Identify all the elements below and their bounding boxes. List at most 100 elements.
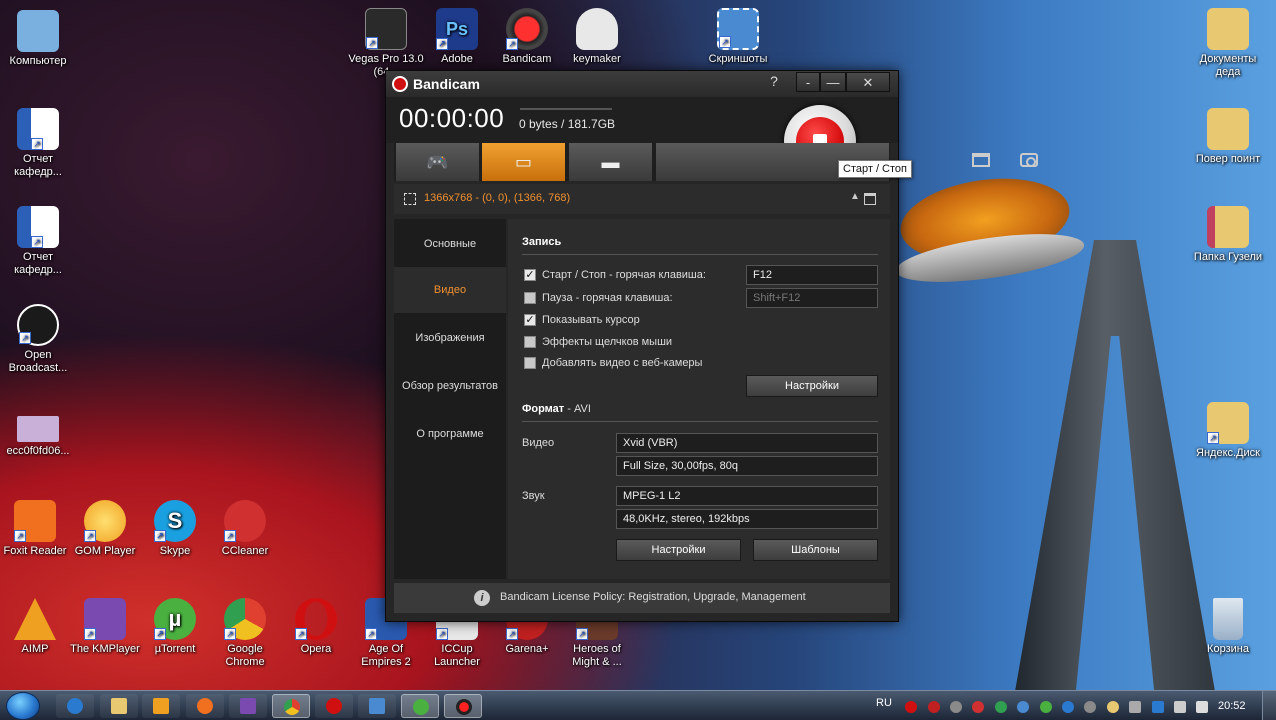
close-button[interactable]: ✕ <box>846 72 890 92</box>
help-button[interactable]: ? <box>764 72 784 92</box>
desktop-icon-adobe[interactable]: Ps ↗ Adobe <box>419 8 495 66</box>
gom-player-icon: ↗ <box>84 500 126 542</box>
audio-params-field[interactable]: 48,0KHz, stereo, 192kbps <box>616 509 878 529</box>
desktop-icon-bandicam[interactable]: ↗ Bandicam <box>489 8 565 66</box>
ie-tray-icon[interactable] <box>1062 701 1074 713</box>
desktop-icon-report2[interactable]: ↗ Отчет кафедр... <box>0 206 76 277</box>
system-clock[interactable]: 20:52 <box>1218 700 1246 712</box>
desktop-icon-vegas[interactable]: ↗ Vegas Pro 13.0 (64... <box>348 8 424 79</box>
video-params-field[interactable]: Full Size, 30,00fps, 80q <box>616 456 878 476</box>
format-section-title: Формат - AVI <box>522 403 591 415</box>
templates-button[interactable]: Шаблоны <box>753 539 878 561</box>
region-select-icon[interactable] <box>404 193 416 205</box>
taskbar-kmplayer[interactable] <box>229 694 267 718</box>
taskbar-utorrent[interactable] <box>401 694 439 718</box>
desktop-icon-aimp[interactable]: AIMP <box>0 598 73 656</box>
desktop-icon-label: µTorrent <box>154 643 196 655</box>
license-bar[interactable]: i Bandicam License Policy: Registration,… <box>394 583 890 613</box>
taskbar-screenshots[interactable] <box>358 694 396 718</box>
tab-screen-mode[interactable]: ▭ <box>482 143 566 181</box>
volume-icon[interactable] <box>1196 701 1208 713</box>
desktop-icon-recycle[interactable]: Корзина <box>1190 598 1266 656</box>
click-effects-checkbox[interactable] <box>524 336 536 348</box>
desktop-icon-screenshots[interactable]: ↗ Скриншоты <box>700 8 776 66</box>
desktop-icon-gom[interactable]: ↗ GOM Player <box>67 500 143 558</box>
taskbar-ie[interactable] <box>56 694 94 718</box>
utorrent-tray-icon[interactable] <box>1040 701 1052 713</box>
hotkey-pause-field[interactable]: Shift+F12 <box>746 288 878 308</box>
start-button[interactable] <box>6 692 40 720</box>
window-mode-icon[interactable] <box>864 193 876 205</box>
opera-tray-icon[interactable] <box>928 701 940 713</box>
sidebar-item-general[interactable]: Основные <box>394 221 506 267</box>
desktop-icon-yandex[interactable]: ↗ Яндекс.Диск <box>1190 402 1266 460</box>
sidebar-item-video[interactable]: Видео <box>394 267 506 313</box>
folder-icon <box>1207 8 1249 50</box>
tab-device-mode[interactable]: ▬ <box>569 143 653 181</box>
obs-icon: ↗ <box>17 304 59 346</box>
opera-icon <box>326 698 342 714</box>
taskbar-chrome[interactable] <box>272 694 310 718</box>
flag-tray-icon[interactable] <box>1084 701 1096 713</box>
desktop-icon-keymaker[interactable]: keymaker <box>559 8 635 66</box>
desktop-icon-documents[interactable]: Документы деда <box>1190 8 1266 79</box>
desktop-icon-pover[interactable]: Повер поинт <box>1190 108 1266 166</box>
taskbar-explorer[interactable] <box>100 694 138 718</box>
collapse-arrow-icon[interactable]: ▲ <box>850 191 860 202</box>
hotkey-start-field[interactable]: F12 <box>746 265 878 285</box>
webcam-overlay-checkbox[interactable] <box>524 357 536 369</box>
tab-game-mode[interactable]: 🎮 <box>396 143 480 181</box>
desktop-icon-ecc[interactable]: ecc0f0fd06... <box>0 416 76 458</box>
desktop-icon-opera[interactable]: ↗ Opera <box>278 598 354 656</box>
usb-tray-icon[interactable] <box>1129 701 1141 713</box>
hotkey-start-checkbox[interactable]: ✓ <box>524 269 536 281</box>
minimize-button[interactable]: - <box>796 72 820 92</box>
bandicam-tray-icon[interactable] <box>905 701 917 713</box>
show-desktop-button[interactable] <box>1262 691 1276 720</box>
desktop-icon-chrome[interactable]: ↗ Google Chrome <box>207 598 283 669</box>
desktop-icon-kmplayer[interactable]: ↗ The KMPlayer <box>67 598 143 656</box>
show-cursor-checkbox[interactable]: ✓ <box>524 314 536 326</box>
hotkey-pause-checkbox[interactable] <box>524 292 536 304</box>
license-text[interactable]: Bandicam License Policy: Registration, U… <box>500 591 806 603</box>
maximize-button[interactable]: — <box>820 72 846 92</box>
network-signal-icon[interactable] <box>1174 701 1186 713</box>
taskbar-media[interactable] <box>142 694 180 718</box>
opera-icon: ↗ <box>295 598 337 640</box>
yandex-tray-icon[interactable] <box>1107 701 1119 713</box>
desktop-icon-report1[interactable]: ↗ Отчет кафедр... <box>0 108 76 179</box>
desktop-icon-ccleaner[interactable]: ↗ CCleaner <box>207 500 283 558</box>
aimp-icon <box>14 598 56 640</box>
folder-icon[interactable] <box>972 153 990 167</box>
desktop-icon-skype[interactable]: S ↗ Skype <box>137 500 213 558</box>
sidebar-item-images[interactable]: Изображения <box>394 315 506 361</box>
desktop-icon-obs[interactable]: ↗ Open Broadcast... <box>0 304 76 375</box>
desktop-icon-computer[interactable]: Компьютер <box>0 10 76 68</box>
desktop-icon-label: Папка Гузели <box>1193 251 1263 263</box>
desktop-icon-label: Яндекс.Диск <box>1196 447 1260 459</box>
title-bar[interactable]: Bandicam ? - — ✕ <box>386 71 898 97</box>
sidebar-item-about[interactable]: О программе <box>394 411 506 457</box>
bluetooth-tray-icon[interactable] <box>1152 701 1164 713</box>
taskbar-opera[interactable] <box>315 694 353 718</box>
desktop-icon-papka[interactable]: Папка Гузели <box>1190 206 1266 264</box>
network-tray-icon[interactable] <box>950 701 962 713</box>
ccleaner-tray-icon[interactable] <box>972 701 984 713</box>
camera-icon[interactable] <box>1020 153 1038 167</box>
folder-icon <box>1207 108 1249 150</box>
audio-codec-field[interactable]: MPEG-1 L2 <box>616 486 878 506</box>
format-settings-button[interactable]: Настройки <box>616 539 741 561</box>
desktop-icon-foxit[interactable]: ↗ Foxit Reader <box>0 500 73 558</box>
desktop-icon-utorrent[interactable]: µ ↗ µTorrent <box>137 598 213 656</box>
sidebar-item-output[interactable]: Обзор результатов <box>394 363 506 409</box>
record-settings-button[interactable]: Настройки <box>746 375 878 397</box>
skype-tray-icon[interactable] <box>1017 701 1029 713</box>
video-codec-field[interactable]: Xvid (VBR) <box>616 433 878 453</box>
format-container: - AVI <box>567 403 591 415</box>
record-tooltip: Старт / Стоп <box>838 160 912 178</box>
desktop-icon-label: Opera <box>300 643 332 655</box>
taskbar-gom[interactable] <box>186 694 224 718</box>
sync-tray-icon[interactable] <box>995 701 1007 713</box>
language-indicator[interactable]: RU <box>876 697 892 709</box>
taskbar-bandicam[interactable] <box>444 694 482 718</box>
